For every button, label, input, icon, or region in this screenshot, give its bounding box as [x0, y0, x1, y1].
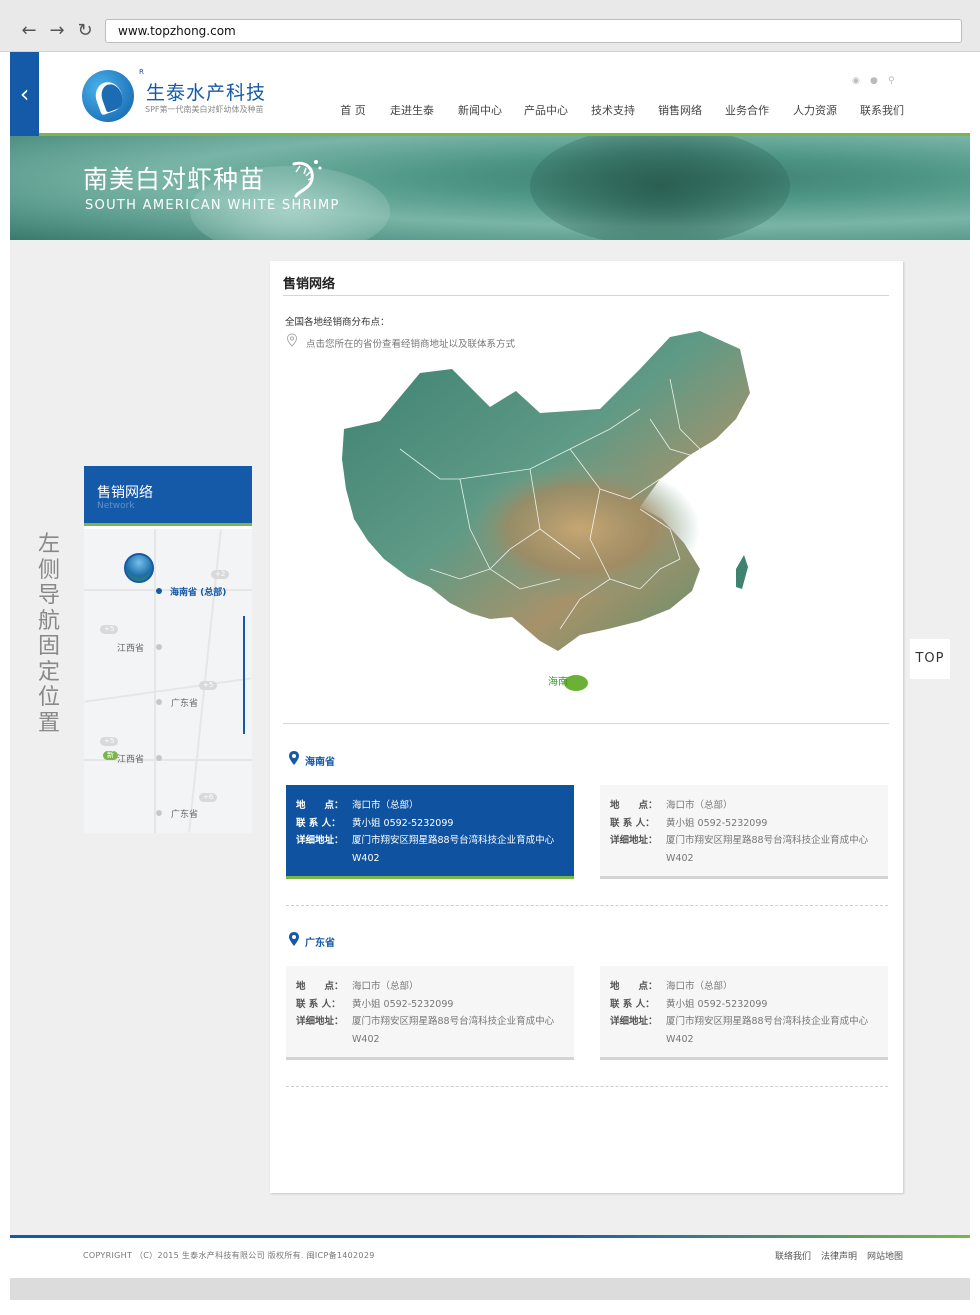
footer-links: 联络我们 法律声明 网站地图: [775, 1249, 903, 1262]
distributor-card[interactable]: 地 点： 海口市（总部） 联 系 人： 黄小姐 0592-5232099 详细地址：…: [600, 785, 888, 879]
map-marker-hainan: 海南: [548, 675, 568, 688]
reload-icon[interactable]: ↻: [74, 20, 96, 42]
footer-link-sitemap[interactable]: 网站地图: [867, 1249, 903, 1262]
section-title-hainan: 海南省: [305, 757, 335, 768]
browser-toolbar: ← → ↻ www.topzhong.com: [0, 0, 980, 52]
left-nav-note: 左侧 导航固定位置: [37, 532, 60, 736]
side-item-jiangxi[interactable]: 江西省: [117, 641, 144, 654]
banner-subtitle: SOUTH AMERICAN WHITE SHRIMP: [85, 198, 340, 213]
qq-icon[interactable]: ●: [870, 76, 880, 86]
dashed-divider: [286, 905, 888, 906]
menu-item-hr[interactable]: 人力资源: [780, 102, 850, 118]
back-to-top-button[interactable]: TOP: [910, 639, 950, 679]
side-item-badge: +5: [199, 681, 218, 690]
side-item-dot: [156, 588, 162, 594]
side-item-badge: +6: [199, 793, 218, 802]
menu-item-home[interactable]: 首 页: [330, 102, 376, 118]
copyright: COPYRIGHT （C）2015 生泰水产科技有限公司 版权所有. 闽ICP备…: [83, 1251, 375, 1260]
divider: [283, 723, 889, 724]
logo-title[interactable]: 生泰水产科技: [146, 78, 266, 105]
side-item-badge: +5: [100, 625, 119, 634]
content-title: 售销网络: [283, 277, 336, 292]
main-menu: 首 页 走进生泰 新闻中心 产品中心 技术支持 销售网络 业务合作 人力资源 联…: [330, 102, 914, 118]
side-item-badge: +5: [100, 737, 119, 746]
side-nav-map: +2 海南省 (总部) +5 江西省 +5 广东省 +5 新 江西省 +6 广东…: [84, 529, 252, 833]
logo-icon[interactable]: [82, 70, 134, 122]
banner: 南美白对虾种苗 SOUTH AMERICAN WHITE SHRIMP: [10, 136, 970, 240]
back-arrow-icon[interactable]: ←: [18, 20, 40, 42]
side-nav-header: 售销网络 Network: [84, 466, 252, 526]
menu-item-contact[interactable]: 联系我们: [850, 102, 914, 118]
footer-link-legal[interactable]: 法律声明: [821, 1249, 857, 1262]
shrimp-icon: [292, 160, 322, 198]
forward-arrow-icon[interactable]: →: [46, 20, 68, 42]
weibo-icon[interactable]: ◉: [852, 76, 862, 86]
side-item-dot: [156, 644, 162, 650]
banner-title: 南美白对虾种苗: [83, 165, 266, 194]
side-nav: 售销网络 Network +2 海南省 (总部) +5 江西省 +5 广东省 +…: [84, 466, 252, 833]
divider: [283, 295, 889, 296]
side-nav-subtitle: Network: [97, 501, 135, 511]
new-tag: 新: [103, 751, 118, 760]
menu-item-tech[interactable]: 技术支持: [580, 102, 646, 118]
section-title-guangdong: 广东省: [305, 938, 335, 949]
side-item-guangdong[interactable]: 广东省: [171, 696, 198, 709]
menu-item-sales[interactable]: 销售网络: [646, 102, 714, 118]
side-item-dot: [156, 755, 162, 761]
main-content: 售销网络 全国各地经销商分布点： 点击您所在的省份查看经销商地址以及联体系方式: [270, 261, 903, 1193]
side-nav-title: 售销网络: [97, 485, 153, 501]
menu-item-business[interactable]: 业务合作: [714, 102, 780, 118]
location-pin-icon: [289, 751, 299, 765]
side-item-jiangxi-2[interactable]: 江西省: [117, 752, 144, 765]
side-item-dot: [156, 810, 162, 816]
distributor-card[interactable]: 地 点： 海口市（总部） 联 系 人： 黄小姐 0592-5232099 详细地址：…: [286, 785, 574, 879]
menu-item-news[interactable]: 新闻中心: [448, 102, 512, 118]
side-item-hainan[interactable]: 海南省 (总部): [170, 585, 226, 598]
site-header: ‹ R 生泰水产科技 SPF第一代南美白对虾幼体及种苗 ◉ ● ⚲ 首 页 走进…: [10, 52, 970, 136]
footer-link-contact[interactable]: 联络我们: [775, 1249, 811, 1262]
page: ‹ R 生泰水产科技 SPF第一代南美白对虾幼体及种苗 ◉ ● ⚲ 首 页 走进…: [10, 52, 970, 1278]
distributor-card[interactable]: 地 点： 海口市（总部） 联 系 人： 黄小姐 0592-5232099 详细地址：…: [600, 966, 888, 1060]
dashed-divider: [286, 1086, 888, 1087]
side-item-guangdong-2[interactable]: 广东省: [171, 807, 198, 820]
registered-mark: R: [139, 68, 144, 76]
search-icon[interactable]: ⚲: [888, 76, 898, 86]
menu-item-about[interactable]: 走进生泰: [376, 102, 448, 118]
horizontal-scrollbar[interactable]: [10, 1278, 970, 1300]
distributor-label: 全国各地经销商分布点：: [285, 317, 390, 328]
side-item-dot: [156, 699, 162, 705]
location-pin-icon: [289, 932, 299, 946]
back-tab-chevron-left-icon[interactable]: ‹: [10, 52, 39, 136]
hq-thumbnail: [124, 553, 154, 583]
side-item-badge: +2: [211, 570, 230, 579]
location-pin-icon: [286, 333, 298, 347]
url-bar[interactable]: www.topzhong.com: [105, 19, 962, 43]
browser-status-area: [0, 1278, 980, 1315]
china-map[interactable]: 海南: [340, 329, 760, 699]
footer: COPYRIGHT （C）2015 生泰水产科技有限公司 版权所有. 闽ICP备…: [10, 1235, 970, 1278]
header-icons: ◉ ● ⚲: [852, 76, 898, 86]
logo-subtitle: SPF第一代南美白对虾幼体及种苗: [145, 105, 264, 114]
menu-item-products[interactable]: 产品中心: [512, 102, 580, 118]
distributor-card[interactable]: 地 点： 海口市（总部） 联 系 人： 黄小姐 0592-5232099 详细地址：…: [286, 966, 574, 1060]
side-nav-scrollbar[interactable]: [243, 616, 245, 734]
